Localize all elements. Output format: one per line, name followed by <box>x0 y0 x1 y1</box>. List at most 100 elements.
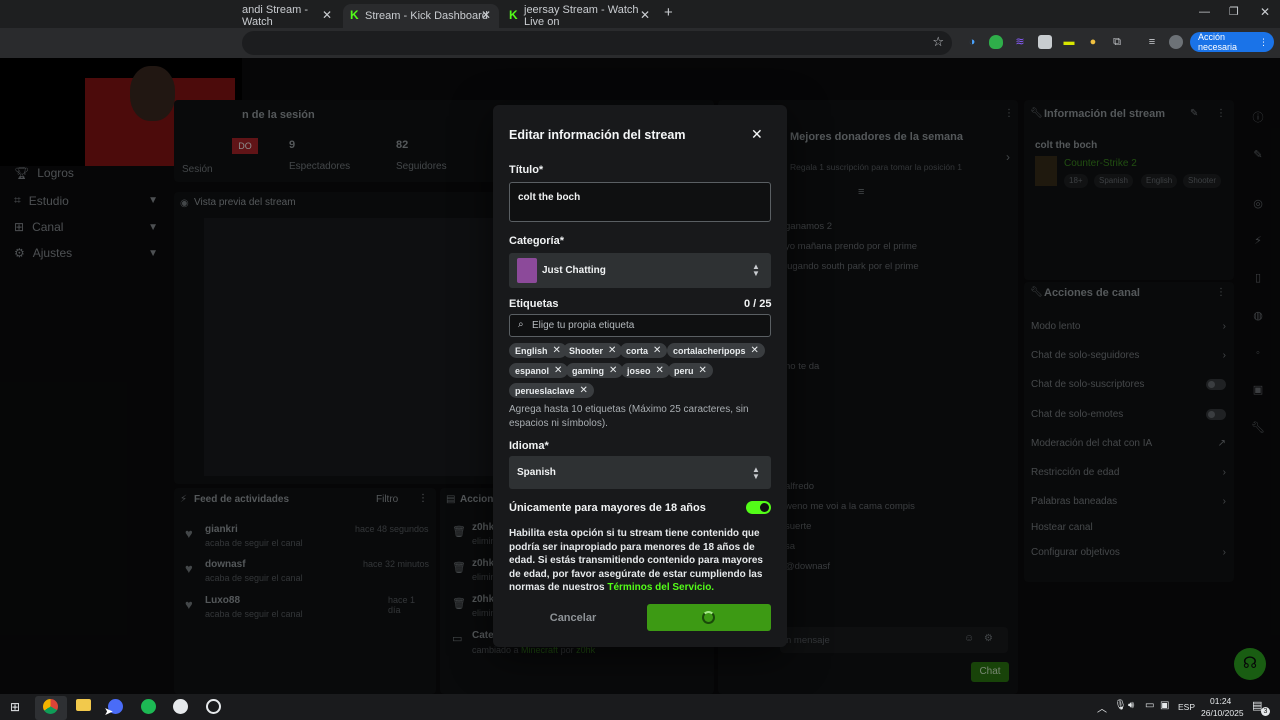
remove-tag-icon[interactable]: ✕ <box>580 385 588 396</box>
extensions-puzzle-icon[interactable]: ⧉ <box>1110 35 1124 49</box>
network-icon[interactable]: ▣ <box>1160 700 1169 711</box>
toggle-knob <box>760 503 769 512</box>
extension-icon[interactable] <box>1038 35 1052 49</box>
tag-chip[interactable]: gaming ✕ <box>566 363 624 378</box>
tags-search-input[interactable]: ⌕ Elige tu propia etiqueta <box>509 314 771 337</box>
input-language[interactable]: ESP <box>1178 702 1195 712</box>
tab-title: jeersay Stream - Watch Live on <box>524 4 639 28</box>
save-button-loading[interactable] <box>647 604 771 631</box>
close-icon[interactable]: ✕ <box>751 126 763 143</box>
tag-chip[interactable]: perueslaclave ✕ <box>509 383 594 398</box>
address-bar[interactable]: ☆ <box>242 31 952 55</box>
loading-spinner-icon <box>702 611 715 624</box>
extension-icon[interactable]: ◑ <box>965 35 979 49</box>
kick-logo-icon: K <box>350 8 359 22</box>
search-icon: ⌕ <box>518 319 524 330</box>
minimize-icon[interactable]: — <box>1199 6 1210 18</box>
remove-tag-icon[interactable]: ✕ <box>751 345 759 356</box>
file-explorer-icon[interactable] <box>76 699 91 711</box>
profile-avatar[interactable] <box>1169 35 1183 49</box>
tag-chip[interactable]: peru ✕ <box>668 363 713 378</box>
category-field-label: Categoría* <box>509 235 565 247</box>
more-menu-icon: ⋮ <box>1259 36 1268 47</box>
notification-count-badge: 3 <box>1261 707 1270 716</box>
extension-icon[interactable]: ≋ <box>1013 35 1027 49</box>
action-needed-button[interactable]: Acción necesaria ⋮ <box>1190 32 1274 52</box>
tag-chip-label: peru <box>674 365 694 376</box>
select-arrows-icon: ▲ ▼ <box>752 262 760 278</box>
new-tab-button[interactable]: + <box>664 4 673 21</box>
tag-chip-label: Shooter <box>569 345 604 356</box>
tags-help-text: Agrega hasta 10 etiquetas (Máximo 25 car… <box>509 404 749 429</box>
cancel-button[interactable]: Cancelar <box>509 605 637 631</box>
remove-tag-icon[interactable]: ✕ <box>656 365 664 376</box>
tag-chip[interactable]: espanol ✕ <box>509 363 569 378</box>
title-input-value: colt the boch <box>518 192 581 203</box>
close-tab-icon[interactable]: ✕ <box>640 8 650 22</box>
tag-chip[interactable]: joseo ✕ <box>621 363 670 378</box>
chrome-icon <box>43 699 58 714</box>
adult-help-text: Habilita esta opción si tu stream tiene … <box>509 527 773 595</box>
modal-title: Editar información del stream <box>509 128 686 142</box>
remove-tag-icon[interactable]: ✕ <box>699 365 707 376</box>
clock-date[interactable]: 26/10/2025 <box>1201 708 1244 718</box>
remove-tag-icon[interactable]: ✕ <box>653 345 661 356</box>
browser-tab[interactable]: K jeersay Stream - Watch Live on ✕ <box>502 4 658 28</box>
extension-icon[interactable]: ● <box>1086 35 1100 49</box>
mouse-cursor-icon: ➤ <box>104 706 114 718</box>
category-thumbnail <box>517 258 537 283</box>
windows-taskbar: ⊞ ︿ 🎙︎ 🔊︎ ▭ ▣ ESP 01:24 26/10/2025 ▤ 3 <box>0 694 1280 720</box>
tag-chip-label: corta <box>626 345 649 356</box>
tag-chip[interactable]: English ✕ <box>509 343 567 358</box>
tag-chip-label: gaming <box>572 365 605 376</box>
shield-extension-icon[interactable] <box>989 35 1003 49</box>
remove-tag-icon[interactable]: ✕ <box>608 345 616 356</box>
tag-chip-label: cortalacheripops <box>673 345 746 356</box>
adult-only-toggle[interactable] <box>746 501 771 514</box>
action-needed-label: Acción necesaria <box>1198 32 1238 52</box>
close-tab-icon[interactable]: ✕ <box>481 8 491 22</box>
adult-only-label: Únicamente para mayores de 18 años <box>509 502 706 514</box>
microphone-icon[interactable]: 🎙︎ <box>1114 700 1127 711</box>
tag-chip[interactable]: corta ✕ <box>620 343 668 358</box>
restore-icon[interactable]: ❐ <box>1229 5 1239 18</box>
tag-chip-label: joseo <box>627 365 651 376</box>
spotify-icon[interactable] <box>141 699 156 714</box>
terms-of-service-link[interactable]: Términos del Servicio. <box>607 582 714 593</box>
category-select[interactable]: Just Chatting ▲ ▼ <box>509 253 771 288</box>
extension-icon[interactable]: ▬ <box>1062 35 1076 49</box>
app-icon[interactable] <box>206 699 221 714</box>
browser-tab[interactable]: andi Stream - Watch ✕ <box>230 4 340 28</box>
battery-icon[interactable]: ▭ <box>1145 700 1154 711</box>
language-select-value: Spanish <box>517 467 556 478</box>
media-control-icon[interactable]: ≡ <box>1145 35 1159 49</box>
windows-start-icon[interactable]: ⊞ <box>10 700 20 714</box>
obs-icon[interactable] <box>173 699 188 714</box>
remove-tag-icon[interactable]: ✕ <box>553 345 561 356</box>
title-input[interactable]: colt the boch <box>509 182 771 222</box>
volume-icon[interactable]: 🔊︎ <box>1128 700 1134 711</box>
language-select[interactable]: Spanish ▲ ▼ <box>509 456 771 489</box>
tag-chip[interactable]: Shooter ✕ <box>563 343 623 358</box>
title-field-label: Título* <box>509 164 544 176</box>
kick-logo-icon: K <box>509 8 518 22</box>
remove-tag-icon[interactable]: ✕ <box>554 365 562 376</box>
browser-tab-active[interactable]: K Stream - Kick Dashboard ✕ <box>343 4 499 28</box>
close-window-icon[interactable]: ✕ <box>1260 5 1270 19</box>
select-arrows-icon: ▲ ▼ <box>752 465 760 481</box>
chevron-up-icon[interactable]: ︿ <box>1097 700 1107 715</box>
browser-tab-strip: andi Stream - Watch ✕ K Stream - Kick Da… <box>0 0 1280 28</box>
category-select-value: Just Chatting <box>542 265 606 276</box>
close-tab-icon[interactable]: ✕ <box>322 8 332 22</box>
language-field-label: Idioma* <box>509 440 549 452</box>
tag-chip-label: perueslaclave <box>515 385 575 396</box>
clock-time[interactable]: 01:24 <box>1210 696 1231 706</box>
tags-field-label: Etiquetas <box>509 298 559 310</box>
tab-title: Stream - Kick Dashboard <box>365 10 488 22</box>
edit-stream-modal: Editar información del stream ✕ Título* … <box>493 105 787 647</box>
tag-chip-label: English <box>515 345 548 356</box>
tags-search-placeholder: Elige tu propia etiqueta <box>532 320 635 331</box>
tag-chip[interactable]: cortalacheripops ✕ <box>667 343 765 358</box>
bookmark-star-icon[interactable]: ☆ <box>932 34 944 50</box>
remove-tag-icon[interactable]: ✕ <box>609 365 617 376</box>
